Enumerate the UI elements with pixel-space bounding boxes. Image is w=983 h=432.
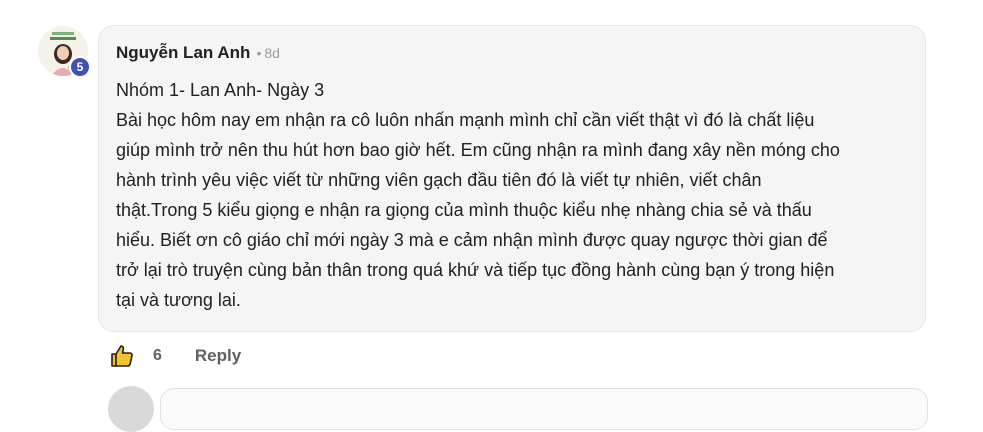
comment-line: Bài học hôm nay em nhận ra cô luôn nhấn …	[116, 110, 815, 130]
comment-line: trở lại trò truyện cùng bản thân trong q…	[116, 260, 835, 280]
like-button[interactable]	[110, 344, 134, 368]
next-comment-bubble	[160, 388, 928, 430]
comment-header: Nguyễn Lan Anh • 8d	[116, 43, 280, 63]
author-avatar[interactable]: 5	[38, 26, 91, 78]
comment-body: Nhóm 1- Lan Anh- Ngày 3 Bài học hôm nay …	[116, 75, 916, 315]
comment-line: thật.Trong 5 kiểu giọng e nhận ra giọng …	[116, 200, 812, 220]
comment-line: Nhóm 1- Lan Anh- Ngày 3	[116, 80, 325, 100]
scrollbar[interactable]	[965, 0, 983, 392]
comment-bubble: Nguyễn Lan Anh • 8d Nhóm 1- Lan Anh- Ngà…	[98, 25, 926, 332]
next-comment-avatar[interactable]	[108, 386, 154, 432]
like-count: 6	[153, 347, 162, 364]
level-badge: 5	[69, 56, 91, 78]
thumbs-up-icon	[111, 345, 133, 367]
comment-line: tại và tương lai.	[116, 290, 241, 310]
comment-timestamp[interactable]: 8d	[264, 45, 280, 61]
comment-line: hiểu. Biết ơn cô giáo chỉ mới ngày 3 mà …	[116, 230, 828, 250]
separator-dot: •	[256, 45, 262, 61]
comment-line: giúp mình trở nên thu hút hơn bao giờ hế…	[116, 140, 840, 160]
comment-actions: 6 Reply	[110, 344, 241, 368]
reply-button[interactable]: Reply	[195, 346, 241, 366]
author-name[interactable]: Nguyễn Lan Anh	[116, 43, 250, 63]
comment-line: hành trình yêu việc viết từ những viên g…	[116, 170, 762, 190]
